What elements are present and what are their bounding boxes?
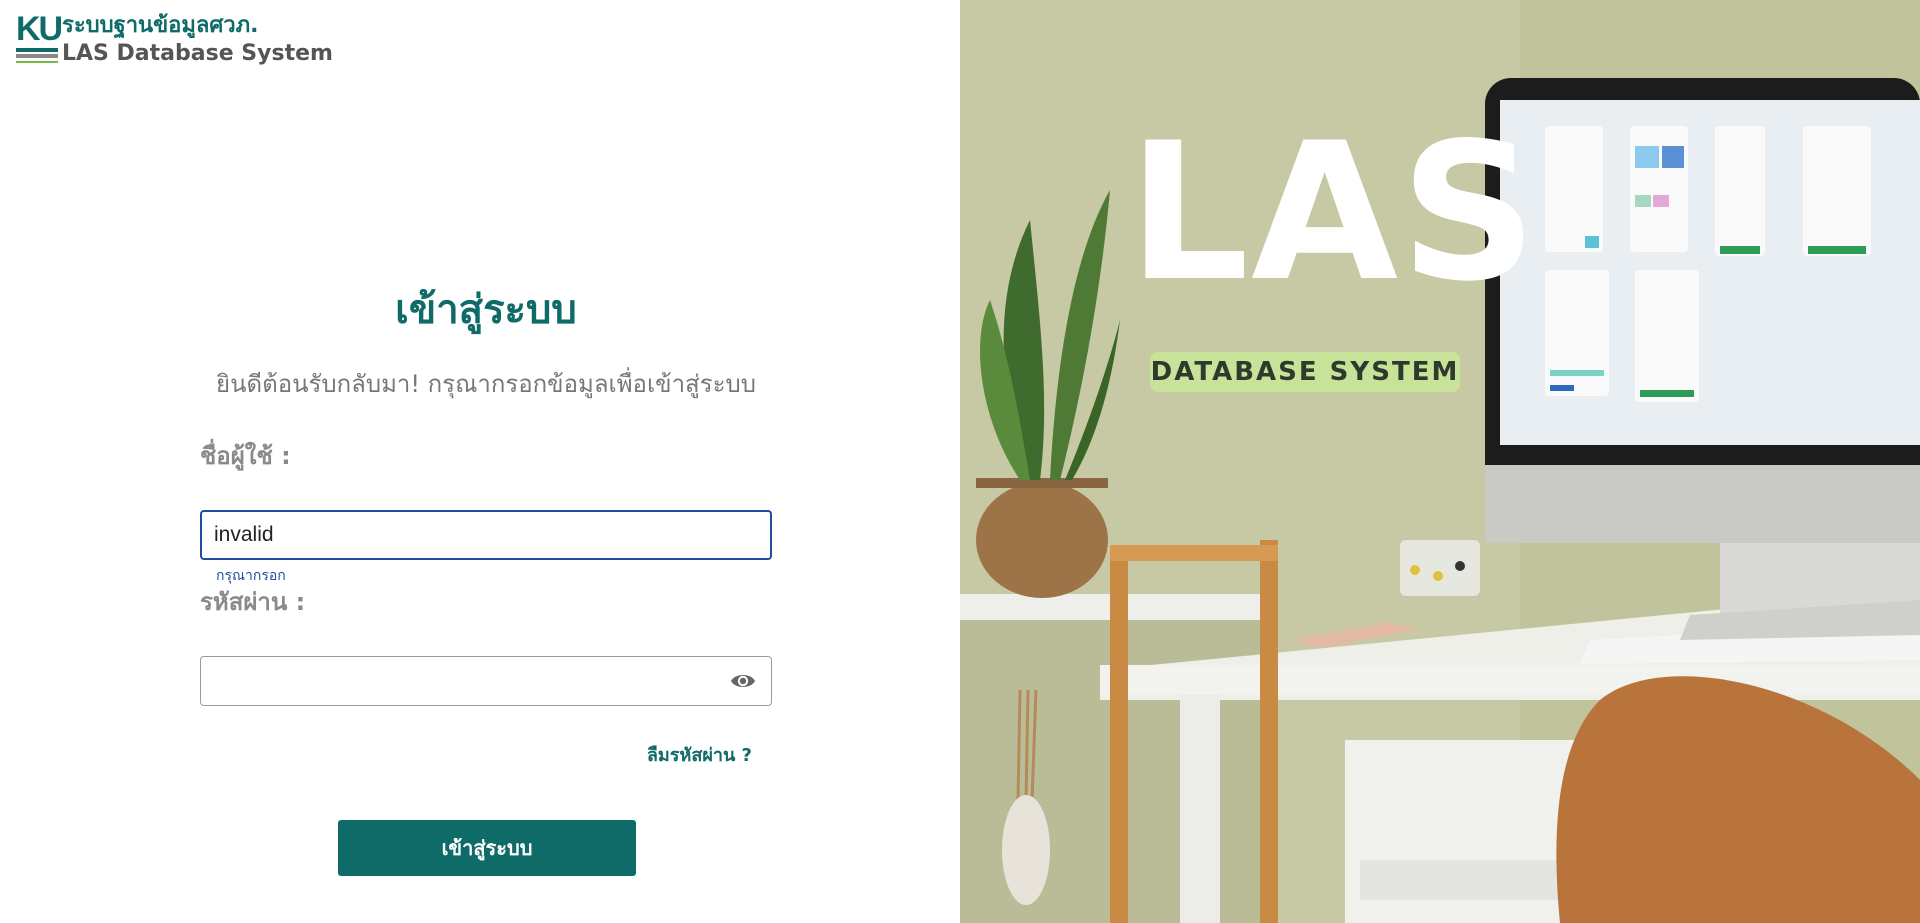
ku-logo-letters: KU bbox=[16, 10, 63, 48]
login-button[interactable]: เข้าสู่ระบบ bbox=[338, 820, 636, 876]
brand-logo: KU ระบบฐานข้อมูลศวภ. LAS Database System bbox=[16, 12, 333, 68]
login-form: เข้าสู่ระบบ ยินดีต้อนรับกลับมา! กรุณากรอ… bbox=[200, 280, 772, 876]
brand-text: ระบบฐานข้อมูลศวภ. LAS Database System bbox=[62, 12, 333, 68]
forgot-password-link[interactable]: ลืมรหัสผ่าน ? bbox=[647, 740, 752, 769]
password-label: รหัสผ่าน : bbox=[200, 588, 306, 616]
username-helper-text: กรุณากรอก bbox=[216, 568, 286, 584]
eye-icon[interactable] bbox=[729, 669, 757, 693]
username-input[interactable] bbox=[202, 512, 714, 558]
ku-logo-icon: KU bbox=[16, 10, 63, 68]
hero-subtitle-badge: DATABASE SYSTEM bbox=[1150, 352, 1460, 392]
login-panel: KU ระบบฐานข้อมูลศวภ. LAS Database System… bbox=[0, 0, 960, 923]
hero-image-panel: LAS DATABASE SYSTEM bbox=[960, 0, 1920, 923]
hero-title: LAS bbox=[1128, 102, 1539, 323]
brand-english-name: LAS Database System bbox=[62, 41, 333, 66]
password-field-wrapper bbox=[200, 656, 772, 706]
password-input[interactable] bbox=[201, 657, 713, 703]
page-title: เข้าสู่ระบบ bbox=[395, 287, 577, 333]
page-subtitle: ยินดีต้อนรับกลับมา! กรุณากรอกข้อมูลเพื่อ… bbox=[216, 370, 756, 398]
username-field-wrapper bbox=[200, 510, 772, 560]
username-label: ชื่อผู้ใช้ : bbox=[200, 442, 291, 470]
brand-thai-name: ระบบฐานข้อมูลศวภ. bbox=[62, 13, 259, 38]
